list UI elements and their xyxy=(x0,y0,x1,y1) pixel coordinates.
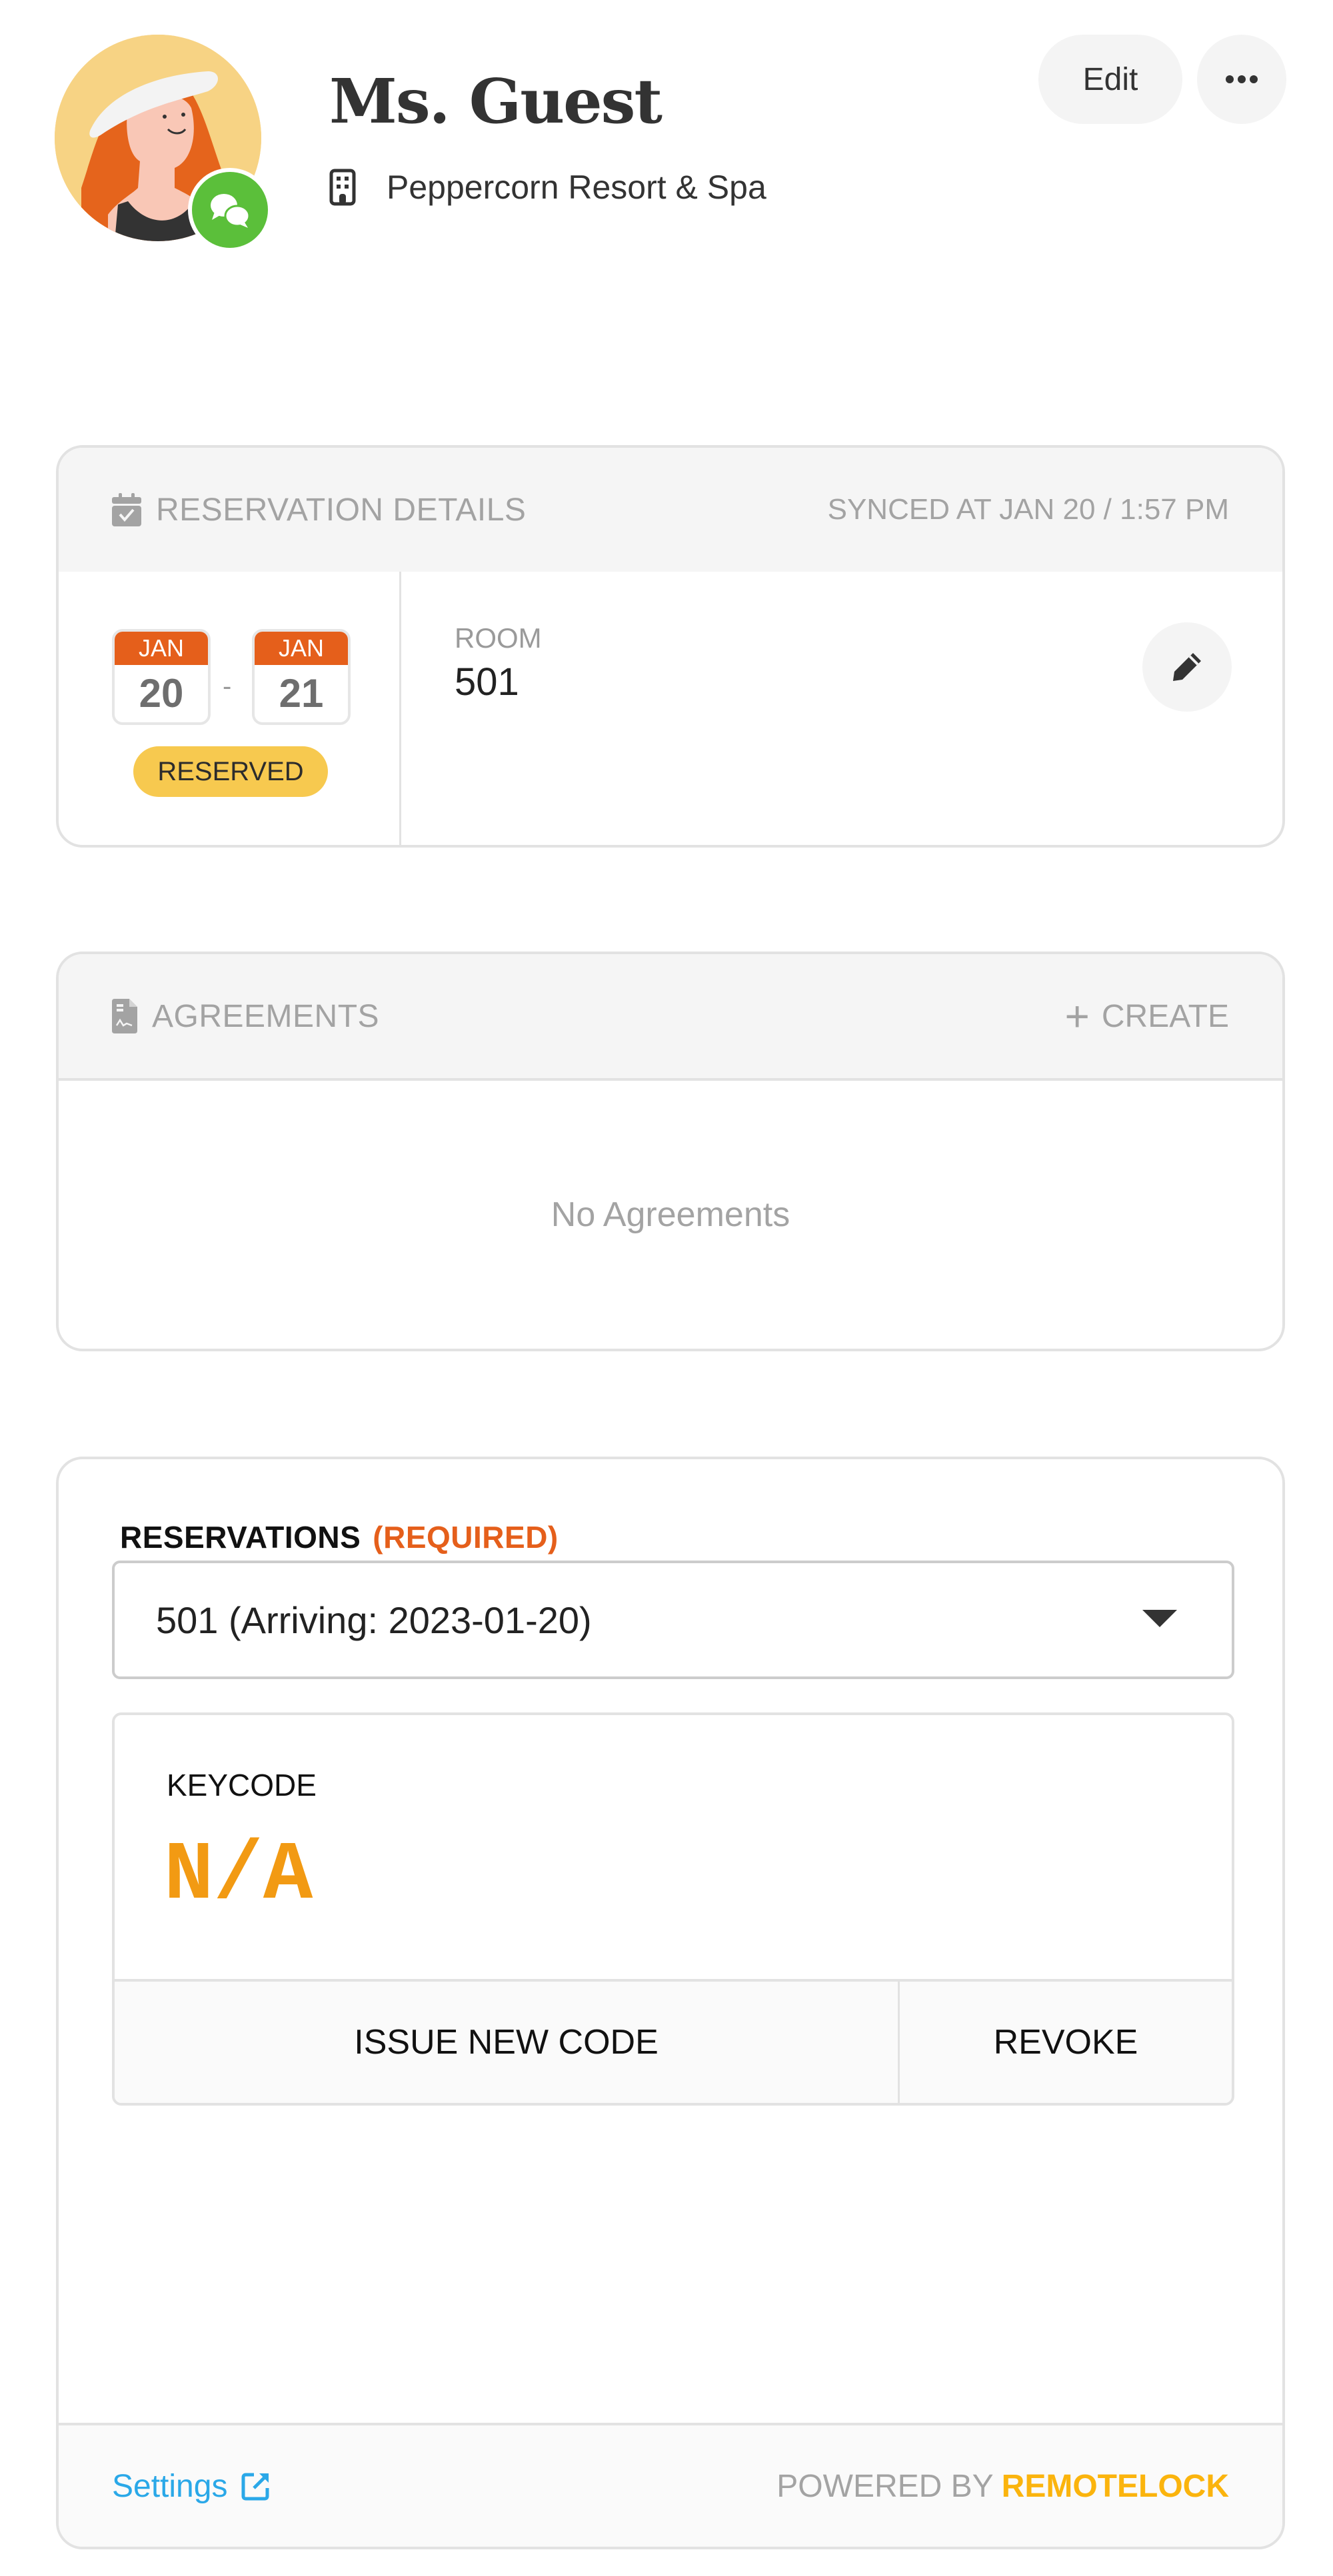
keycode-card: RESERVATIONS (REQUIRED) 501 (Arriving: 20… xyxy=(56,1457,1285,2549)
selected-reservation: 501 (Arriving: 2023-01-20) xyxy=(156,1599,592,1641)
caret-down-icon xyxy=(1142,1610,1177,1627)
chat-bubbles-icon xyxy=(211,194,251,228)
signed-document-icon xyxy=(112,999,137,1033)
property-row: Peppercorn Resort & Spa xyxy=(329,168,766,207)
agreements-label: AGREEMENTS xyxy=(152,998,380,1034)
create-agreement-button[interactable]: + CREATE xyxy=(1064,991,1229,1041)
status-badge: RESERVED xyxy=(133,746,328,797)
powered-by-label: POWERED BY xyxy=(776,2468,994,2504)
keycode-value: N/A xyxy=(164,1830,313,1923)
external-link-icon xyxy=(241,2473,269,2501)
pencil-icon xyxy=(1173,653,1201,681)
check-out-day: 21 xyxy=(279,671,324,716)
check-in-day: 20 xyxy=(139,671,184,716)
check-out-date: JAN 21 xyxy=(252,629,351,725)
card-footer: Settings POWERED BY REMOTELOCK xyxy=(59,2423,1282,2547)
agreements-title: AGREEMENTS xyxy=(112,998,379,1035)
property-name: Peppercorn Resort & Spa xyxy=(387,169,766,206)
plus-icon: + xyxy=(1064,992,1090,1040)
powered-by: POWERED BY REMOTELOCK xyxy=(776,2468,1229,2505)
keycode-label: KEYCODE xyxy=(167,1768,317,1802)
edit-button[interactable]: Edit xyxy=(1038,35,1182,124)
reservations-label: RESERVATIONS xyxy=(120,1520,361,1555)
keycode-panel: KEYCODE N/A ISSUE NEW CODE REVOKE xyxy=(112,1712,1234,2106)
more-options-button[interactable] xyxy=(1197,35,1286,124)
settings-link[interactable]: Settings xyxy=(112,2468,271,2505)
agreements-header: AGREEMENTS + CREATE xyxy=(59,954,1282,1081)
issue-new-code-button[interactable]: ISSUE NEW CODE xyxy=(115,1982,900,2103)
reservation-select[interactable]: 501 (Arriving: 2023-01-20) xyxy=(112,1561,1234,1679)
check-in-date: JAN 20 xyxy=(112,629,211,725)
reservation-details-card: RESERVATION DETAILS SYNCED AT JAN 20 / 1… xyxy=(56,445,1285,848)
synced-timestamp: SYNCED AT JAN 20 / 1:57 PM xyxy=(827,493,1229,526)
reservation-dates: JAN 20 - JAN 21 RESERVED xyxy=(59,572,401,845)
edit-room-button[interactable] xyxy=(1142,622,1232,712)
guest-header: Ms. Guest Peppercorn Resort & Spa Edit xyxy=(0,0,1333,280)
reservation-details-header: RESERVATION DETAILS SYNCED AT JAN 20 / 1… xyxy=(59,448,1282,572)
room-section: ROOM 501 xyxy=(401,572,1282,845)
reservation-details-title: RESERVATION DETAILS xyxy=(112,492,526,528)
guest-name: Ms. Guest xyxy=(329,65,663,137)
brand-name: REMOTELOCK xyxy=(1001,2468,1229,2504)
room-label: ROOM xyxy=(455,622,542,654)
settings-label: Settings xyxy=(112,2468,228,2504)
agreements-empty-state: No Agreements xyxy=(551,1195,790,1234)
more-horizontal-icon-dot xyxy=(1250,75,1258,83)
reservations-field-label: RESERVATIONS (REQUIRED) xyxy=(120,1519,559,1555)
more-horizontal-icon xyxy=(1226,75,1234,83)
building-icon xyxy=(329,169,356,206)
calendar-check-icon xyxy=(112,493,141,526)
agreements-card: AGREEMENTS + CREATE No Agreements xyxy=(56,952,1285,1351)
chat-badge[interactable] xyxy=(188,168,272,252)
create-label: CREATE xyxy=(1101,998,1229,1034)
check-out-month: JAN xyxy=(255,632,348,665)
required-label: (REQUIRED) xyxy=(373,1520,559,1555)
keycode-actions: ISSUE NEW CODE REVOKE xyxy=(115,1979,1232,2103)
room-value: 501 xyxy=(455,660,519,704)
reservation-details-body: JAN 20 - JAN 21 RESERVED ROOM 501 xyxy=(59,572,1282,845)
reservation-details-label: RESERVATION DETAILS xyxy=(156,492,527,528)
revoke-button[interactable]: REVOKE xyxy=(900,1982,1232,2103)
date-range-separator: - xyxy=(223,672,232,701)
check-in-month: JAN xyxy=(115,632,208,665)
more-horizontal-icon-dot xyxy=(1238,75,1246,83)
